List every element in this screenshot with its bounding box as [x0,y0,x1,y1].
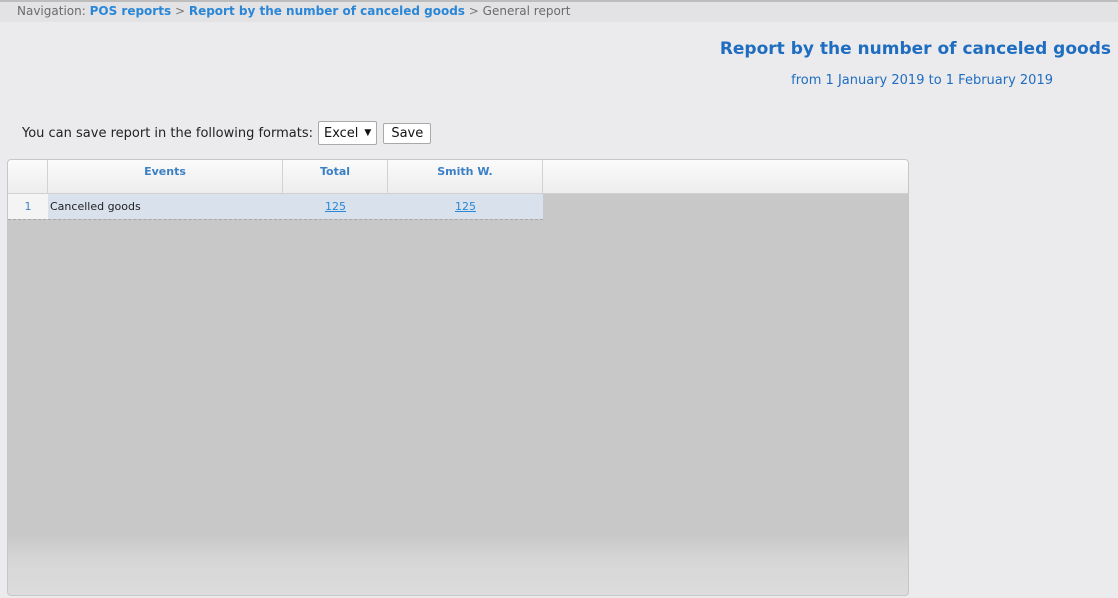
page-title: Report by the number of canceled goods [719,39,1111,59]
dropdown-arrow-icon: ▼ [364,128,372,138]
smith-value-link[interactable]: 125 [455,200,476,213]
breadcrumb-link-pos-reports[interactable]: POS reports [90,4,172,18]
total-value-link[interactable]: 125 [325,200,346,213]
column-header-total[interactable]: Total [283,160,388,193]
breadcrumb-separator: > [174,4,185,18]
row-number-header [8,160,48,193]
save-button[interactable]: Save [383,122,432,144]
smith-cell: 125 [388,194,543,219]
breadcrumb: Navigation: POS reports > Report by the … [0,0,1118,22]
breadcrumb-prefix: Navigation: [17,4,86,18]
format-select[interactable]: Excel ▼ [317,121,378,145]
save-report-bar: You can save report in the following for… [22,121,432,145]
report-period: from 1 January 2019 to 1 February 2019 [791,73,1053,88]
grid-header: Events Total Smith W. [8,160,908,194]
breadcrumb-link-canceled-goods-report[interactable]: Report by the number of canceled goods [189,4,465,18]
row-number: 1 [8,194,48,219]
table-row[interactable]: 1 Cancelled goods 125 125 [8,194,543,220]
column-header-events[interactable]: Events [48,160,283,193]
column-header-smith[interactable]: Smith W. [388,160,543,193]
breadcrumb-current: General report [482,4,571,18]
format-select-value: Excel [323,125,359,141]
event-cell: Cancelled goods [48,194,283,219]
save-formats-label: You can save report in the following for… [22,125,313,141]
breadcrumb-separator: > [468,4,479,18]
report-grid: Events Total Smith W. 1 Cancelled goods … [7,159,909,596]
total-cell: 125 [283,194,388,219]
